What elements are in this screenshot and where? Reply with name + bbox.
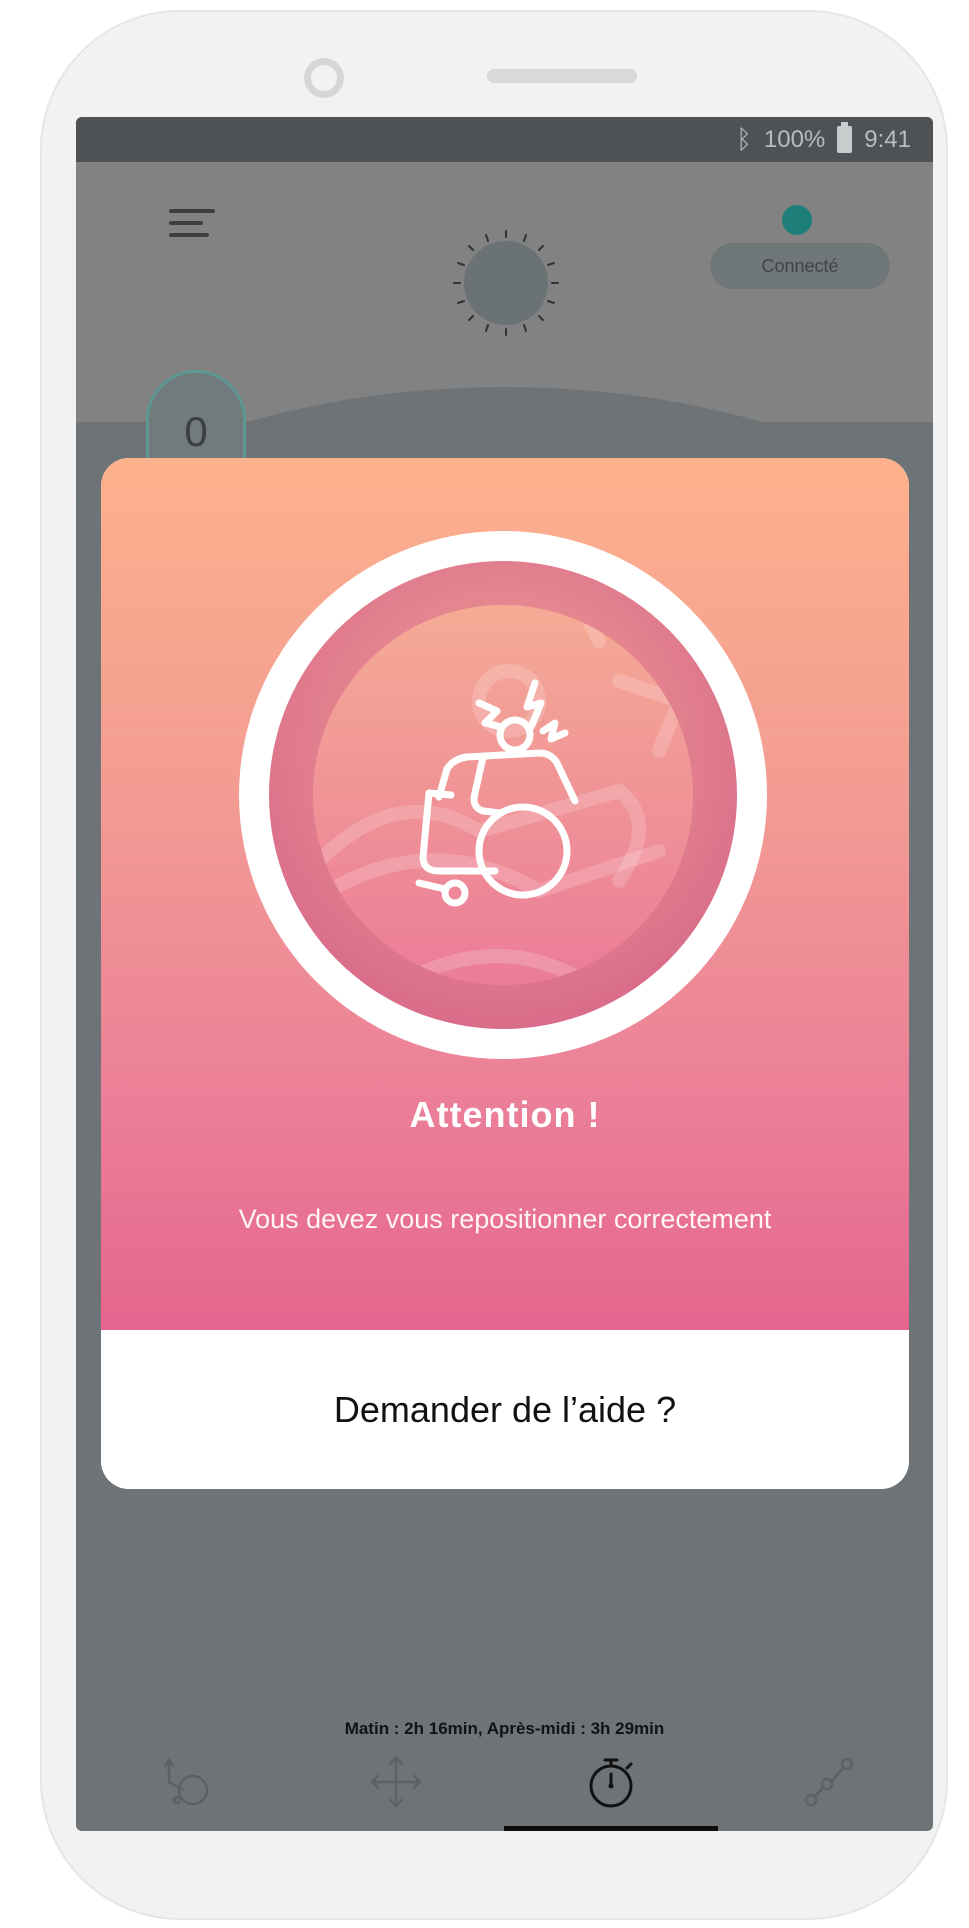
request-help-button[interactable]: Demander de l’aide ? (101, 1330, 909, 1489)
connection-indicator (782, 205, 812, 235)
connection-status-badge[interactable]: Connecté (710, 243, 890, 289)
alert-header: Attention ! Vous devez vous repositionne… (101, 458, 909, 1330)
stopwatch-icon[interactable] (581, 1752, 641, 1812)
graph-icon[interactable] (799, 1752, 859, 1812)
alert-message: Vous devez vous repositionner correcteme… (238, 1204, 772, 1234)
app-screen: ᛒ 100% 9:41 Connecté 0 Attention ! Vous … (76, 117, 933, 1831)
wheelchair-tilt-icon[interactable] (159, 1752, 219, 1812)
alert-title: Attention ! (409, 1094, 601, 1135)
move-arrows-icon[interactable] (366, 1752, 426, 1812)
front-camera (304, 58, 344, 98)
bottom-navigation (76, 1752, 933, 1831)
menu-icon[interactable] (169, 207, 215, 241)
clock: 9:41 (864, 125, 911, 153)
bluetooth-icon: ᛒ (736, 124, 752, 154)
battery-icon (837, 122, 853, 153)
alert-illustration (239, 531, 767, 1059)
sun-icon (453, 230, 559, 336)
status-bar: ᛒ 100% 9:41 (76, 117, 933, 162)
daily-summary: Matin : 2h 16min, Après-midi : 3h 29min (344, 1719, 665, 1738)
active-tab-indicator (504, 1826, 718, 1831)
alert-modal: Attention ! Vous devez vous repositionne… (101, 458, 909, 1489)
speaker-grille (487, 69, 637, 83)
battery-level: 100% (763, 125, 826, 153)
